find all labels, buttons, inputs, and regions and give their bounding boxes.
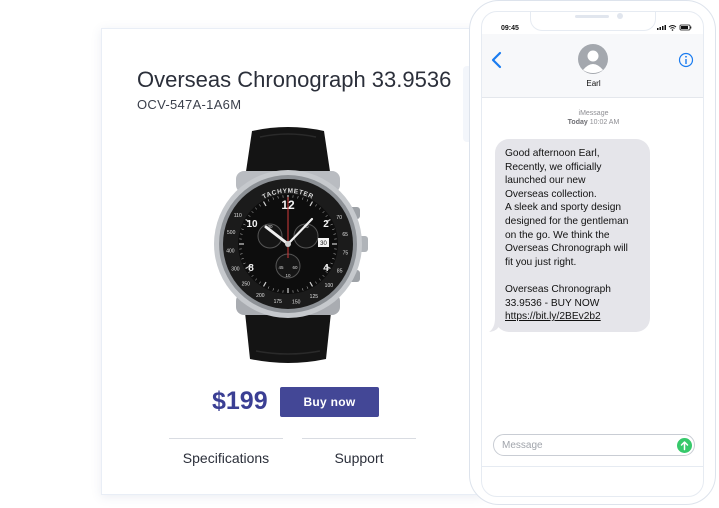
wifi-icon (668, 25, 677, 29)
tachymeter-mark: 65 (342, 232, 348, 238)
timestamp-day: Today (567, 119, 588, 126)
numeral-4: 4 (323, 263, 329, 274)
signal-icon (657, 25, 666, 30)
tab-support[interactable]: Support (302, 438, 416, 466)
product-sku: OCV-547A-1A6M (137, 97, 242, 112)
status-time: 09:45 (501, 25, 519, 32)
tachymeter-mark: 125 (310, 294, 319, 300)
buy-now-button[interactable]: Buy now (280, 387, 379, 417)
message-timestamp: Today 10:02 AM (482, 119, 703, 126)
service-label: iMessage (578, 110, 609, 117)
contact-avatar-icon[interactable] (578, 44, 608, 74)
timestamp-time: 10:02 AM (589, 119, 620, 126)
message-line: Recently, we officially (505, 161, 602, 173)
contact-name: Earl (586, 79, 601, 88)
numeral-8: 8 (248, 263, 254, 274)
front-camera (617, 13, 623, 19)
message-line: A sleek and sporty design (505, 202, 622, 214)
phone-notch (530, 12, 656, 31)
product-title: Overseas Chronograph 33.9536 (137, 67, 452, 92)
message-line: Overseas collection. (505, 188, 597, 200)
tachymeter-mark: 110 (234, 213, 242, 219)
tachymeter-mark: 85 (337, 268, 343, 274)
message-bubble: Good afternoon Earl, Recently, we offici… (495, 139, 650, 332)
tachymeter-mark: 400 (226, 249, 235, 255)
message-line: Overseas Chronograph (505, 283, 611, 295)
message-line: Good afternoon Earl, (505, 148, 600, 159)
message-link[interactable]: https://bit.ly/2BEv2b2 (505, 310, 641, 324)
tachymeter-mark: 500 (227, 230, 236, 236)
message-line: 33.9536 - BUY NOW (505, 297, 600, 309)
tachymeter-mark: 100 (325, 283, 334, 289)
watch-image: TACHYMETER 70657585100125150175200250300… (214, 127, 368, 363)
message-input[interactable] (502, 438, 662, 452)
status-icons (657, 24, 692, 31)
tachymeter-mark: 175 (274, 299, 283, 305)
phone-mockup: 09:45 Earl iMessage Today 10:02 AM Good … (469, 0, 716, 505)
home-area-divider (482, 466, 703, 467)
message-line: designed for the gentleman (505, 215, 629, 227)
message-line: on the go. We think the (505, 229, 610, 241)
product-card: Overseas Chronograph 33.9536 OCV-547A-1A… (101, 28, 483, 495)
speaker-grille (575, 15, 609, 18)
message-line: launched our new (505, 175, 586, 187)
product-price: $199 (212, 387, 268, 415)
conversation-header: Earl (482, 34, 703, 98)
date-value: 30 (320, 241, 327, 247)
battery-icon (679, 24, 692, 31)
tab-specifications[interactable]: Specifications (169, 438, 283, 466)
numeral-2: 2 (323, 219, 329, 230)
tachymeter-mark: 75 (343, 251, 349, 257)
subdial-num-4: 60 (292, 265, 298, 270)
info-icon[interactable] (678, 52, 694, 68)
tachymeter-mark: 150 (292, 299, 301, 305)
subdial-num-5: 10 (285, 273, 291, 278)
tachymeter-mark: 70 (336, 215, 342, 221)
message-line: fit you just right. (505, 256, 577, 268)
numeral-10: 10 (246, 219, 258, 230)
message-input-bar (493, 434, 695, 456)
back-chevron-icon[interactable] (490, 50, 504, 70)
message-line: Overseas Chronograph will (505, 243, 628, 255)
tachymeter-mark: 250 (242, 282, 251, 288)
send-arrow-icon[interactable] (677, 438, 692, 453)
tachymeter-mark: 300 (231, 266, 240, 272)
phone-screen: 09:45 Earl iMessage Today 10:02 AM Good … (481, 11, 704, 497)
subdial-num-3: 45 (278, 265, 284, 270)
tachymeter-mark: 200 (256, 293, 265, 299)
